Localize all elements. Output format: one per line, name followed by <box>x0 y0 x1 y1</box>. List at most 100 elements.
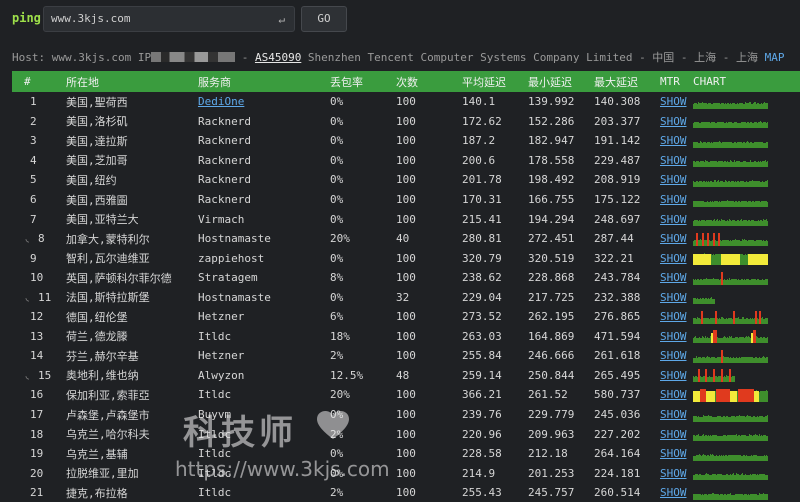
chart-bar <box>735 337 736 344</box>
chart-bar <box>738 200 739 207</box>
mtr-show-link[interactable]: SHOW <box>660 486 687 499</box>
chart-bar <box>735 493 736 500</box>
chart-bar <box>723 415 724 422</box>
host-input[interactable]: www.3kjs.com ↵ <box>43 6 295 32</box>
mtr-show-link[interactable]: SHOW <box>660 291 687 304</box>
chart-bar <box>715 161 716 168</box>
mtr-show-link[interactable]: SHOW <box>660 349 687 362</box>
chart-bar <box>751 141 752 148</box>
chart-bar <box>748 318 749 324</box>
chart-bar <box>699 239 700 246</box>
mtr-show-link[interactable]: SHOW <box>660 271 687 284</box>
chart-bar <box>726 180 727 187</box>
chart-bar <box>724 239 725 246</box>
chart-bar <box>737 415 738 422</box>
table-row: 19 乌克兰,基辅 Itldc 0% 100 228.58 212.18 264.164 SHO… <box>12 444 800 464</box>
chart-bar <box>719 220 720 227</box>
chart-bar <box>709 356 710 363</box>
chart-bar <box>715 221 716 227</box>
chart-bar <box>748 278 749 285</box>
mtr-show-link[interactable]: SHOW <box>660 467 687 480</box>
chart-bar <box>743 494 744 500</box>
chart-bar <box>722 493 723 500</box>
chart-bar <box>729 180 730 187</box>
chart-bar <box>762 356 763 363</box>
asn-link[interactable]: AS45090 <box>255 51 301 64</box>
row-index: 8 <box>38 232 45 246</box>
chart-bar <box>762 455 763 461</box>
chart-bar <box>711 436 712 442</box>
chart-bar <box>719 254 720 266</box>
chart-bar <box>699 142 700 148</box>
mtr-show-link[interactable]: SHOW <box>660 193 687 206</box>
chart-bar <box>757 415 758 422</box>
map-link[interactable]: MAP <box>765 51 785 64</box>
chart-bar <box>758 122 759 129</box>
chart-bar <box>712 161 713 168</box>
row-location: 保加利亚,索菲亞 <box>66 388 150 402</box>
mtr-show-link[interactable]: SHOW <box>660 369 687 382</box>
chart-bar <box>747 102 748 109</box>
mtr-show-link[interactable]: SHOW <box>660 252 687 265</box>
chart-bar <box>744 435 745 442</box>
chart-bar <box>728 279 729 285</box>
row-count: 100 <box>396 447 416 461</box>
chart-bar <box>737 161 738 168</box>
chart-bar <box>764 416 765 422</box>
mtr-show-link[interactable]: SHOW <box>660 330 687 343</box>
chart-bar <box>750 356 751 363</box>
chart-bar <box>726 239 727 246</box>
mtr-show-link[interactable]: SHOW <box>660 154 687 167</box>
row-count: 100 <box>396 271 416 285</box>
row-provider[interactable]: DediOne <box>198 95 244 108</box>
row-index: 17 <box>30 408 44 422</box>
chart-bar <box>760 121 761 129</box>
mtr-show-link[interactable]: SHOW <box>660 428 687 441</box>
chart-bar <box>705 239 706 246</box>
mtr-show-link[interactable]: SHOW <box>660 134 687 147</box>
chart-bar <box>766 436 767 442</box>
chart-bar <box>706 415 707 422</box>
chart-bar <box>756 122 757 129</box>
row-avg: 238.62 <box>462 271 502 285</box>
mtr-show-link[interactable]: SHOW <box>660 213 687 226</box>
chart-bar <box>711 122 712 129</box>
chart-bar <box>723 377 724 383</box>
go-button[interactable]: GO <box>301 6 347 32</box>
chart-bar <box>721 102 722 109</box>
chart-bar <box>726 221 727 227</box>
chart-bar <box>710 493 711 500</box>
chart-bar <box>711 201 712 207</box>
mtr-show-link[interactable]: SHOW <box>660 388 687 401</box>
chart-bar <box>741 415 742 422</box>
mtr-show-link[interactable]: SHOW <box>660 447 687 460</box>
chart-bar <box>754 161 755 168</box>
mtr-show-link[interactable]: SHOW <box>660 95 687 108</box>
chart-bar <box>741 356 742 363</box>
chart-bar <box>755 240 756 246</box>
chart-bar <box>761 317 762 324</box>
row-index: 5 <box>30 173 37 187</box>
chart-bar <box>725 161 726 168</box>
mtr-show-link[interactable]: SHOW <box>660 173 687 186</box>
chart-bar <box>764 240 765 246</box>
chart-bar <box>745 200 746 207</box>
chart-bar <box>720 141 721 148</box>
chart-bar <box>708 474 709 481</box>
chart-bar <box>717 162 718 168</box>
chart-bar <box>703 376 704 383</box>
mtr-show-link[interactable]: SHOW <box>660 408 687 421</box>
chart-bar <box>754 141 755 148</box>
mtr-show-link[interactable]: SHOW <box>660 310 687 323</box>
mtr-show-link[interactable]: SHOW <box>660 232 687 245</box>
chart-bar <box>707 436 708 442</box>
chart-bar <box>698 356 699 363</box>
row-avg: 200.6 <box>462 153 496 167</box>
mtr-show-link[interactable]: SHOW <box>660 115 687 128</box>
chart-bar <box>753 142 754 148</box>
chart-bar <box>752 317 753 324</box>
chart-bar <box>731 475 732 481</box>
chart-bar <box>766 102 767 109</box>
chart-bar <box>741 455 742 461</box>
chart-bar <box>762 161 763 168</box>
